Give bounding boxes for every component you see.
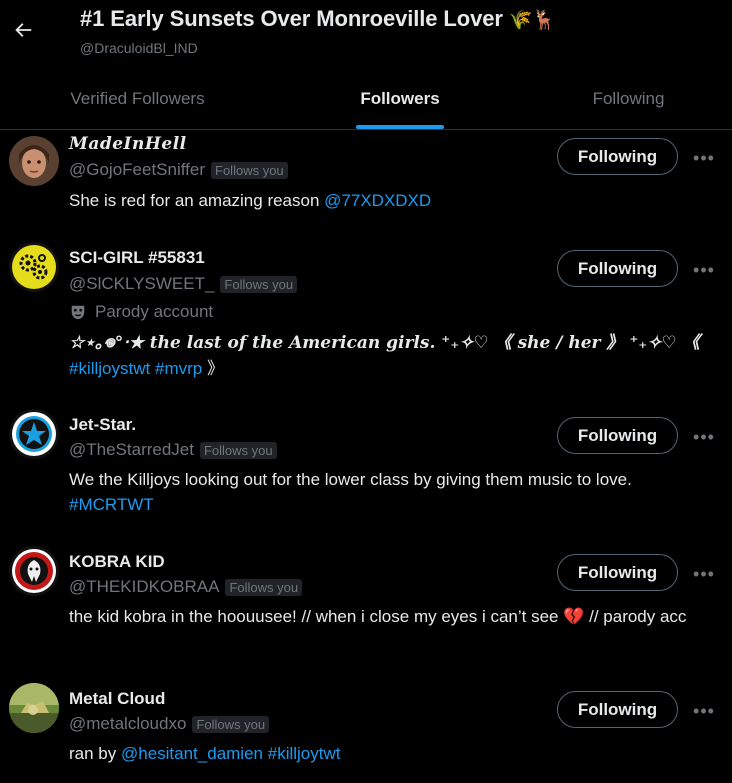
follows-you-badge: Follows you [220, 275, 298, 293]
avatar[interactable] [9, 409, 59, 459]
avatar[interactable] [9, 683, 59, 733]
user-handle[interactable]: @SlCKLYSWEET_ Follows you [69, 274, 298, 294]
more-icon[interactable]: ••• [690, 701, 718, 721]
user-name[interactable]: Jet-Star. [69, 415, 136, 435]
more-icon[interactable]: ••• [690, 427, 718, 447]
tab-followers[interactable]: Followers [275, 68, 525, 129]
list-item[interactable]: Metal Cloud @metalcloudxo Follows you Fol… [0, 677, 732, 783]
user-handle[interactable]: @GojoFeetSniffer Follows you [69, 160, 288, 180]
follows-you-badge: Follows you [211, 161, 288, 179]
list-item[interactable]: 𝑴𝒂𝒅𝒆𝑰𝒏𝑯𝒆𝒍𝒍 @GojoFeetSniffer Follows you F… [0, 130, 732, 230]
profile-header: #1 Early Sunsets Over Monroeville Lover 🌾… [0, 0, 732, 68]
tab-bar: Verified Followers Followers Following [0, 68, 732, 130]
more-icon[interactable]: ••• [690, 148, 718, 168]
hashtag-link[interactable]: #killjoytwt [268, 744, 341, 763]
back-button[interactable] [6, 10, 40, 50]
list-item[interactable]: SCI-GIRL #55831 @SlCKLYSWEET_ Follows you… [0, 236, 732, 386]
user-name[interactable]: Metal Cloud [69, 689, 165, 709]
parody-label: Parody account [69, 302, 213, 322]
user-bio: ☆⋆｡𖦹°‧★ 𝒕𝒉𝒆 𝒍𝒂𝒔𝒕 𝒐𝒇 𝒕𝒉𝒆 𝑨𝒎𝒆𝒓𝒊𝒄𝒂𝒏 𝒈𝒊𝒓𝒍𝒔. … [69, 333, 700, 378]
profile-handle: @DraculoidBl_IND [80, 40, 198, 56]
avatar[interactable] [9, 242, 59, 292]
hashtag-link[interactable]: #killjoystwt [69, 359, 150, 378]
user-handle[interactable]: @THEKIDKOBRAA Follows you [69, 577, 303, 597]
user-bio: We the Killjoys looking out for the lowe… [69, 470, 632, 514]
follows-you-badge: Follows you [192, 715, 270, 733]
user-bio: She is red for an amazing reason @77XDXD… [69, 191, 432, 210]
tab-following[interactable]: Following [525, 68, 732, 129]
hashtag-link[interactable]: #MCRTWT [69, 495, 154, 514]
list-item[interactable]: KOBRA KID @THEKIDKOBRAA Follows you Follo… [0, 540, 732, 670]
hashtag-link[interactable]: #mvrp [155, 359, 202, 378]
user-bio: the kid kobra in the hoouusee! // when i… [69, 607, 687, 626]
more-icon[interactable]: ••• [690, 564, 718, 584]
user-bio: ran by @hesitant_damien #killjoytwt [69, 744, 341, 763]
arrow-left-icon [15, 23, 32, 37]
more-icon[interactable]: ••• [690, 260, 718, 280]
tab-verified-followers[interactable]: Verified Followers [0, 68, 275, 129]
user-name[interactable]: KOBRA KID [69, 552, 165, 572]
active-tab-indicator [356, 125, 444, 129]
avatar[interactable] [9, 546, 59, 596]
following-button[interactable]: Following [557, 138, 678, 175]
following-button[interactable]: Following [557, 691, 678, 728]
user-handle[interactable]: @TheStarredJet Follows you [69, 440, 277, 460]
list-item[interactable]: Jet-Star. @TheStarredJet Follows you Foll… [0, 403, 732, 533]
page-title: #1 Early Sunsets Over Monroeville Lover 🌾… [80, 6, 556, 31]
bio-mention-link[interactable]: @77XDXDXD [324, 191, 431, 210]
following-button[interactable]: Following [557, 417, 678, 454]
follows-you-badge: Follows you [225, 578, 303, 596]
user-handle[interactable]: @metalcloudxo Follows you [69, 714, 270, 734]
following-button[interactable]: Following [557, 250, 678, 287]
follows-you-badge: Follows you [199, 441, 277, 459]
theater-mask-icon [71, 305, 85, 320]
avatar[interactable] [9, 136, 59, 186]
bio-mention-link[interactable]: @hesitant_damien [121, 744, 263, 763]
following-button[interactable]: Following [557, 554, 678, 591]
user-name[interactable]: 𝑴𝒂𝒅𝒆𝑰𝒏𝑯𝒆𝒍𝒍 [69, 134, 187, 154]
title-emoji: 🌾🦌 [508, 9, 556, 31]
user-name[interactable]: SCI-GIRL #55831 [69, 248, 205, 268]
